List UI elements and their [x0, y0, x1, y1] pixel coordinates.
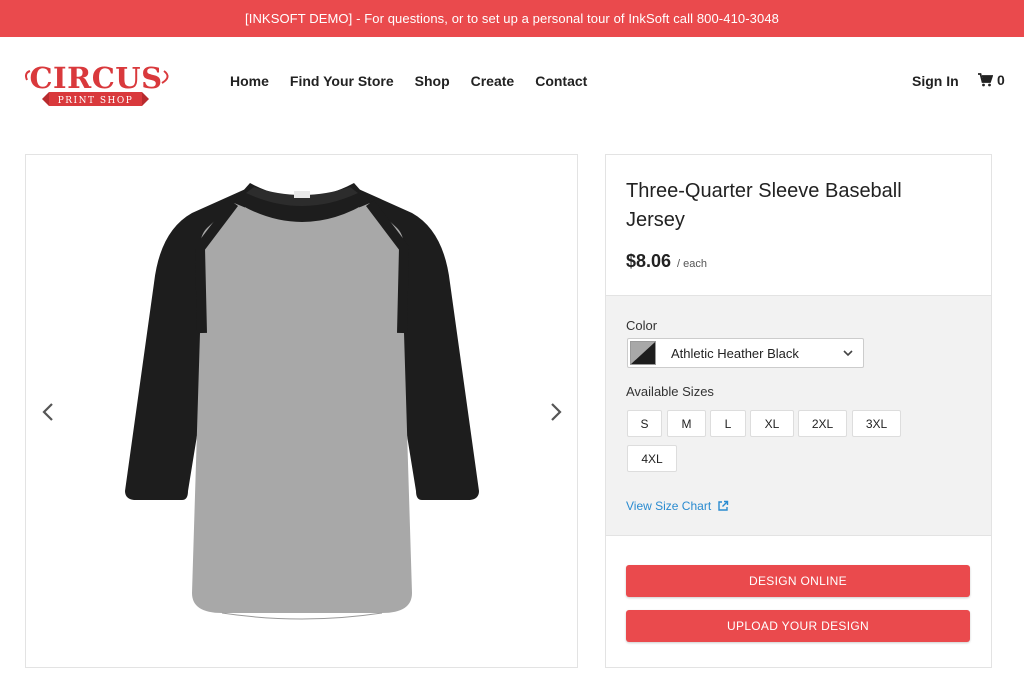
product-options: Color Athletic Heather Black Available S…	[606, 295, 991, 536]
external-link-icon	[718, 500, 729, 511]
color-select[interactable]: Athletic Heather Black	[627, 338, 864, 368]
size-xl[interactable]: XL	[750, 410, 794, 437]
chevron-down-icon	[843, 350, 853, 357]
size-chart-label: View Size Chart	[626, 499, 712, 513]
selected-color: Athletic Heather Black	[671, 345, 799, 361]
sign-in-link[interactable]: Sign In	[912, 73, 959, 89]
banner-text: [INKSOFT DEMO] - For questions, or to se…	[245, 11, 779, 26]
color-label: Color	[626, 318, 658, 333]
price-unit: / each	[677, 258, 708, 270]
cart-icon	[978, 73, 993, 87]
upload-design-button[interactable]: UPLOAD YOUR DESIGN	[626, 610, 970, 642]
carousel-next-button[interactable]	[546, 400, 566, 424]
product-title: Three-Quarter Sleeve Baseball Jersey	[626, 180, 902, 231]
size-l[interactable]: L	[710, 410, 746, 437]
site-header: CIRCUS PRINT SHOP Home Find Your Store S…	[0, 37, 1024, 125]
product-info-panel: Three-Quarter Sleeve Baseball Jersey $8.…	[605, 154, 992, 668]
nav-create[interactable]: Create	[471, 73, 515, 89]
size-m[interactable]: M	[667, 410, 706, 437]
svg-text:CIRCUS: CIRCUS	[29, 61, 162, 95]
product-image	[122, 173, 482, 623]
nav-find-your-store[interactable]: Find Your Store	[290, 73, 394, 89]
circus-print-shop-logo[interactable]: CIRCUS PRINT SHOP	[20, 57, 172, 109]
main-nav: Home Find Your Store Shop Create Contact	[230, 73, 608, 89]
size-s[interactable]: S	[627, 410, 662, 437]
cart-button[interactable]: 0	[978, 72, 1005, 88]
price-row: $8.06 / each	[626, 251, 707, 272]
color-swatch	[630, 341, 656, 365]
size-3xl[interactable]: 3XL	[852, 410, 901, 437]
top-banner: [INKSOFT DEMO] - For questions, or to se…	[0, 0, 1024, 37]
carousel-prev-button[interactable]	[38, 400, 58, 424]
nav-home[interactable]: Home	[230, 73, 269, 89]
chevron-right-icon	[551, 403, 562, 421]
nav-contact[interactable]: Contact	[535, 73, 587, 89]
sizes-label: Available Sizes	[626, 384, 714, 399]
size-4xl[interactable]: 4XL	[627, 445, 677, 472]
svg-text:PRINT SHOP: PRINT SHOP	[58, 96, 134, 106]
view-size-chart-link[interactable]: View Size Chart	[626, 499, 729, 513]
product-image-carousel	[25, 154, 578, 668]
product-price: $8.06	[626, 251, 672, 271]
design-online-button[interactable]: DESIGN ONLINE	[626, 565, 970, 597]
size-2xl[interactable]: 2XL	[798, 410, 847, 437]
chevron-left-icon	[42, 403, 53, 421]
nav-shop[interactable]: Shop	[415, 73, 450, 89]
cart-count: 0	[997, 72, 1005, 88]
